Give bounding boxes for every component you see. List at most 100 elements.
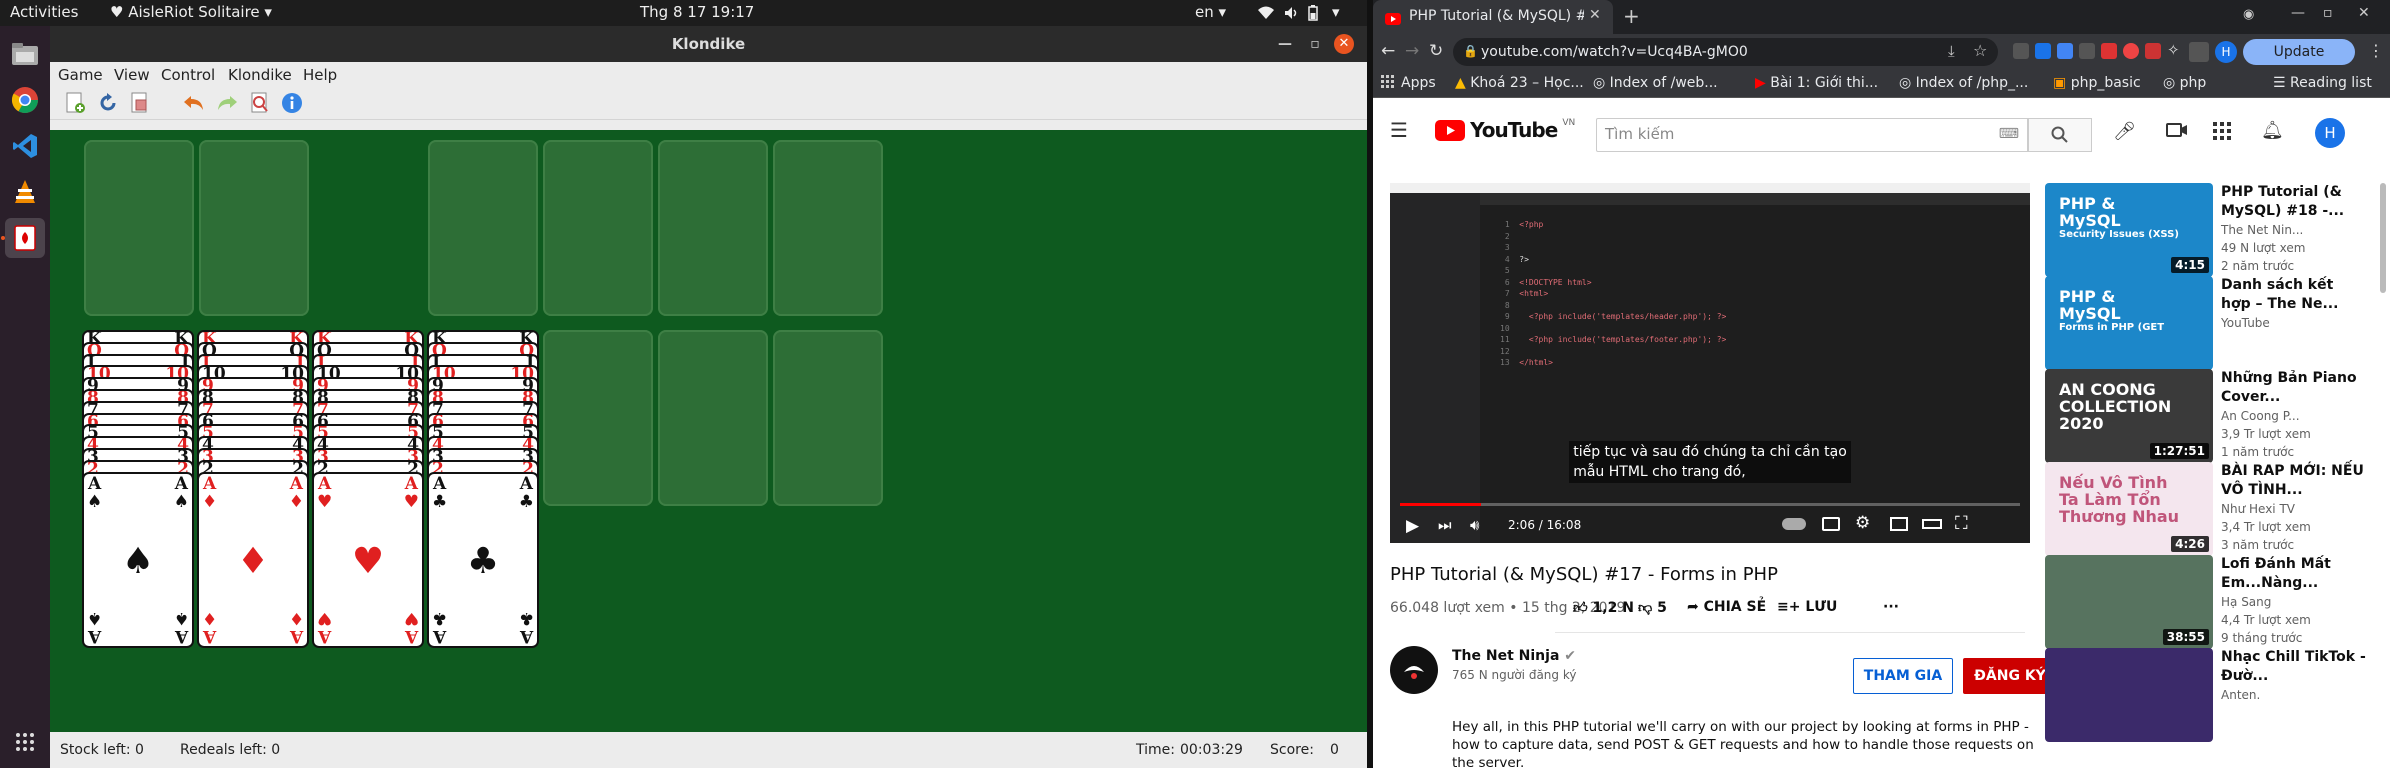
subscribe-button[interactable]: ĐĂNG KÝ — [1963, 658, 2057, 694]
share-button[interactable]: ➦ CHIA SẺ — [1687, 599, 1766, 615]
maximize-button[interactable]: ▫ — [2323, 5, 2333, 21]
update-button[interactable]: Update — [2243, 39, 2355, 65]
recommendation-item[interactable]: 38:55 Lofi Đánh Mất Em...Nàng... Hạ Sang 4,… — [2045, 555, 2375, 649]
video-thumbnail[interactable]: Nếu Vô Tình Ta Làm Tổn Thương Nhau 4:26 — [2045, 462, 2213, 556]
scrollbar[interactable] — [2380, 183, 2386, 293]
maximize-button[interactable]: ▫ — [1305, 34, 1325, 54]
chevron-down-icon[interactable]: ▾ — [1332, 3, 1340, 21]
undo-icon[interactable] — [181, 90, 207, 116]
minimize-button[interactable]: — — [2291, 5, 2305, 21]
autoplay-toggle[interactable] — [1782, 518, 1806, 530]
dislike-button[interactable]: 👎︎ 5 — [1638, 599, 1667, 616]
bookmark-item[interactable]: ◎ Index of /web... — [1593, 75, 1718, 91]
fullscreen-icon[interactable]: ⛶ — [1955, 513, 1968, 534]
menu-klondike[interactable]: Klondike — [228, 66, 292, 84]
foundation-slot[interactable] — [543, 140, 653, 316]
bookmark-item[interactable]: ◎ Index of /php_... — [1899, 75, 2028, 91]
extension-icon[interactable] — [2145, 43, 2161, 59]
reload-icon[interactable]: ↻ — [1429, 41, 1443, 61]
extension-icon[interactable] — [2101, 43, 2117, 59]
window-titlebar[interactable]: Klondike — ▫ ✕ — [50, 26, 1367, 62]
avatar[interactable]: H — [2315, 118, 2345, 148]
menu-control[interactable]: Control — [161, 66, 215, 84]
vscode-icon[interactable] — [5, 126, 45, 166]
video-player[interactable]: 1 <?php 2 3 4 ?> 5 6 <!DOCTYPE html> 7 <… — [1390, 183, 2030, 543]
game-board[interactable]: K K Q Q J J 10 10 9 9 8 8 7 7 6 6 5 5 4 4 3 3 2 2 A ♠ A ♠ ♠ ♠ A ♠ A K K Q Q J… — [50, 130, 1367, 732]
hint-icon[interactable] — [247, 90, 273, 116]
select-game-icon[interactable] — [127, 90, 153, 116]
notifications-bell-icon[interactable]: 🔔︎ — [2261, 120, 2284, 141]
settings-gear-icon[interactable]: ⚙ — [1855, 513, 1870, 533]
tableau-slot[interactable] — [658, 330, 768, 506]
video-thumbnail[interactable] — [2045, 648, 2213, 742]
back-icon[interactable]: ← — [1381, 41, 1395, 61]
bookmark-item[interactable]: ◎ php — [2163, 75, 2206, 91]
files-icon[interactable] — [5, 34, 45, 74]
redo-icon[interactable] — [214, 90, 240, 116]
hamburger-menu-icon[interactable]: ☰ — [1390, 118, 1408, 142]
puzzle-icon[interactable]: ✧ — [2167, 41, 2180, 59]
foundation-slot[interactable] — [658, 140, 768, 316]
theater-mode-icon[interactable] — [1922, 519, 1942, 529]
bookmark-apps[interactable]: Apps — [1401, 75, 1436, 91]
close-button[interactable]: ✕ — [2358, 5, 2370, 21]
solitaire-icon[interactable] — [5, 218, 45, 258]
bookmark-star-icon[interactable]: ☆ — [1973, 41, 1987, 60]
minimize-button[interactable]: — — [1275, 34, 1295, 54]
bookmark-item[interactable]: ▶ Bài 1: Giới thi... — [1755, 75, 1878, 91]
playing-card[interactable]: A ♣ A ♣ ♣ ♣ A ♣ A — [427, 471, 539, 648]
tab-active[interactable]: PHP Tutorial (& MySQL) # ✕ — [1373, 0, 1613, 34]
recommendation-item[interactable]: Nếu Vô Tình Ta Làm Tổn Thương Nhau 4:26 BÀI… — [2045, 462, 2375, 556]
youtube-logo[interactable]: YouTube VN — [1435, 118, 1575, 142]
keyboard-icon[interactable]: ⌨ — [1999, 126, 2019, 142]
play-icon[interactable]: ▶ — [1406, 516, 1419, 536]
bookmark-item[interactable]: ▣ php_basic — [2053, 75, 2141, 91]
playing-card[interactable]: A ♦ A ♦ ♦ ♦ A ♦ A — [197, 471, 309, 648]
search-button[interactable] — [2028, 118, 2092, 152]
extension-icon[interactable] — [2079, 43, 2095, 59]
more-options-icon[interactable]: ··· — [1883, 599, 1899, 615]
next-icon[interactable]: ⏭ — [1438, 516, 1452, 534]
create-video-icon[interactable] — [2166, 122, 2188, 142]
volume-icon[interactable] — [1284, 3, 1300, 21]
channel-avatar[interactable] — [1390, 646, 1438, 694]
info-icon[interactable] — [279, 90, 305, 116]
apps-grid-icon[interactable] — [2213, 122, 2231, 144]
channel-name[interactable]: The Net Ninja ✔ — [1452, 648, 1576, 664]
video-thumbnail[interactable]: PHP & MySQL Security Issues (XSS) 4:15 — [2045, 183, 2213, 277]
join-button[interactable]: THAM GIA — [1853, 658, 1953, 694]
waste-slot[interactable] — [199, 140, 309, 316]
install-icon[interactable]: ⤓ — [1948, 42, 1955, 60]
search-input[interactable]: Tìm kiếm ⌨ — [1596, 118, 2028, 152]
extension-icon[interactable] — [2013, 43, 2029, 59]
menu-help[interactable]: Help — [303, 66, 337, 84]
recommendation-item[interactable]: AN COONG COLLECTION 2020 1:27:51 Những Bản … — [2045, 369, 2375, 463]
microphone-icon[interactable]: 🎤︎ — [2113, 121, 2136, 142]
tab-search-icon[interactable]: ◉ — [2243, 7, 2254, 22]
wifi-icon[interactable] — [1258, 3, 1274, 21]
omnibox[interactable]: 🔒 youtube.com/watch?v=Ucq4BA-gMO0 ⤓ ☆ — [1453, 38, 1998, 66]
activities-button[interactable]: Activities — [10, 3, 78, 21]
playing-card[interactable]: A ♥ A ♥ ♥ ♥ A ♥ A — [312, 471, 424, 648]
menu-view[interactable]: View — [114, 66, 150, 84]
foundation-slot[interactable] — [428, 140, 538, 316]
battery-icon[interactable] — [1308, 3, 1318, 21]
like-button[interactable]: 👍︎ 1,2 N — [1573, 599, 1634, 616]
video-thumbnail[interactable]: AN COONG COLLECTION 2020 1:27:51 — [2045, 369, 2213, 463]
miniplayer-icon[interactable] — [1890, 517, 1908, 531]
close-button[interactable]: ✕ — [1334, 34, 1354, 54]
captions-icon[interactable] — [1822, 517, 1840, 531]
extension-icon[interactable] — [2035, 43, 2051, 59]
language-indicator[interactable]: en ▾ — [1195, 3, 1226, 21]
reading-list[interactable]: ☰ Reading list — [2273, 75, 2372, 91]
app-menu[interactable]: ♥ AisleRiot Solitaire ▾ — [110, 3, 272, 21]
menu-game[interactable]: Game — [58, 66, 103, 84]
profile-avatar[interactable]: H — [2215, 41, 2237, 63]
video-thumbnail[interactable]: PHP & MySQL Forms in PHP (GET — [2045, 276, 2213, 370]
recommendation-item[interactable]: PHP & MySQL Security Issues (XSS) 4:15 PHP T… — [2045, 183, 2375, 277]
foundation-slot[interactable] — [773, 140, 883, 316]
progress-bar[interactable] — [1400, 503, 2020, 506]
tableau-slot[interactable] — [773, 330, 883, 506]
extension-icon[interactable] — [2189, 42, 2209, 62]
stock-slot[interactable] — [84, 140, 194, 316]
